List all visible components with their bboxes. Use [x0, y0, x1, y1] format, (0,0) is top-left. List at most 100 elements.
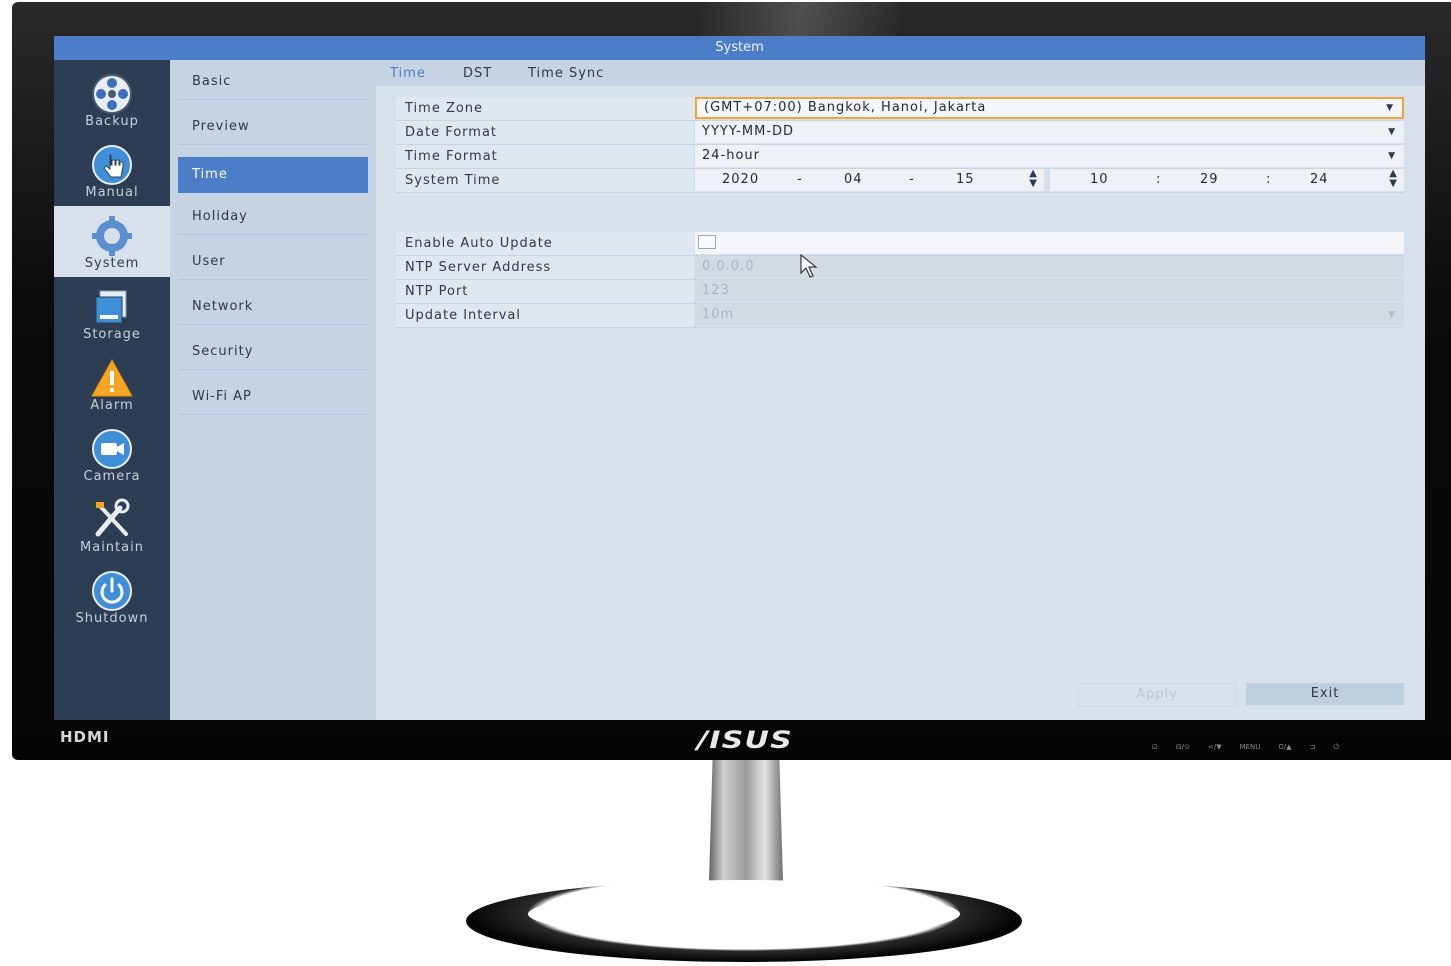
exit-button[interactable]: Exit — [1246, 683, 1404, 705]
tab-time[interactable]: Time — [390, 66, 426, 81]
chevron-down-icon: ▼ — [1388, 310, 1396, 320]
tab-time-sync[interactable]: Time Sync — [528, 66, 604, 81]
date-format-row: Date Format YYYY-MM-DD ▼ — [396, 121, 1404, 145]
menu-item-storage[interactable]: Storage — [54, 277, 170, 348]
asus-logo: /ISUS — [697, 726, 793, 754]
monitor-button[interactable]: ⊟/⊙ — [1176, 743, 1190, 752]
window-title: System — [54, 36, 1425, 60]
auto-update-cell — [695, 232, 1404, 254]
warning-icon — [91, 358, 133, 397]
time-zone-value: (GMT+07:00) Bangkok, Hanoi, Jakarta — [704, 100, 987, 115]
ntp-port-row: NTP Port 123 — [396, 280, 1404, 304]
spinner-arrows-icon[interactable]: ▲ ▼ — [1389, 169, 1398, 189]
hdmi-logo: HDMI — [60, 728, 110, 746]
date-separator: - — [909, 172, 915, 187]
monitor-button[interactable]: O/▲ — [1278, 743, 1291, 752]
mouse-cursor-icon — [800, 254, 818, 278]
time-format-row: Time Format 24-hour ▼ — [396, 145, 1404, 169]
camera-icon — [92, 429, 132, 469]
submenu-item-network[interactable]: Network — [178, 289, 368, 325]
monitor-buttons: ⊡ ⊟/⊙ </▼ MENU O/▲ ⊐ ⏻ — [1152, 743, 1357, 752]
submenu-item-security[interactable]: Security — [178, 334, 368, 370]
system-date-stepper[interactable]: 2020 - 04 - 15 ▲ ▼ — [695, 169, 1044, 191]
submenu-item-wifi-ap[interactable]: Wi-Fi AP — [178, 379, 368, 415]
auto-update-label: Enable Auto Update — [396, 232, 694, 255]
film-reel-icon — [92, 74, 132, 114]
menu-item-label: Storage — [83, 327, 141, 342]
time-zone-row: Time Zone (GMT+07:00) Bangkok, Hanoi, Ja… — [396, 97, 1404, 121]
time-separator: : — [1156, 172, 1162, 187]
menu-item-shutdown[interactable]: Shutdown — [54, 561, 170, 632]
gear-icon — [92, 216, 132, 256]
submenu-item-time[interactable]: Time — [178, 157, 368, 193]
submenu-item-basic[interactable]: Basic — [178, 64, 368, 100]
menu-item-alarm[interactable]: Alarm — [54, 348, 170, 419]
minute-field[interactable]: 29 — [1200, 169, 1219, 191]
submenu-item-holiday[interactable]: Holiday — [178, 199, 368, 235]
system-time-label: System Time — [396, 169, 694, 192]
menu-item-system[interactable]: System — [54, 206, 170, 277]
hard-disk-icon — [95, 290, 127, 324]
power-button-icon[interactable]: ⏻ — [1334, 743, 1340, 752]
submenu-item-user[interactable]: User — [178, 244, 368, 280]
chevron-down-icon: ▼ — [1388, 127, 1396, 137]
auto-update-checkbox[interactable] — [698, 235, 716, 249]
date-separator: - — [797, 172, 803, 187]
main-menu: Backup Manual System Storage Alarm Camer… — [54, 60, 170, 720]
auto-update-row: Enable Auto Update — [396, 232, 1404, 256]
menu-item-label: Manual — [85, 185, 139, 200]
sync-form: Enable Auto Update NTP Server Address 0.… — [396, 232, 1404, 328]
monitor-button[interactable]: ⊐ — [1310, 743, 1316, 752]
ntp-port-input[interactable]: 123 — [695, 280, 1404, 302]
monitor-button[interactable]: MENU — [1240, 743, 1261, 752]
system-time-row: System Time 2020 - 04 - 15 ▲ ▼ 10 : 29 : … — [396, 169, 1404, 193]
date-format-label: Date Format — [396, 121, 694, 144]
date-format-select[interactable]: YYYY-MM-DD ▼ — [695, 121, 1404, 143]
time-settings-panel: Time DST Time Sync Time Zone (GMT+07:00)… — [376, 60, 1425, 720]
system-submenu: Basic Preview Time Holiday User Network … — [170, 60, 376, 720]
spinner-arrows-icon[interactable]: ▲ ▼ — [1029, 169, 1038, 189]
tab-bar: Time DST Time Sync — [376, 60, 1425, 86]
tools-icon — [95, 498, 130, 537]
time-separator: : — [1266, 172, 1272, 187]
time-zone-label: Time Zone — [396, 97, 694, 120]
menu-item-label: System — [84, 256, 140, 271]
submenu-item-preview[interactable]: Preview — [178, 109, 368, 145]
second-field[interactable]: 24 — [1310, 169, 1329, 191]
date-format-value: YYYY-MM-DD — [702, 124, 795, 139]
menu-item-label: Maintain — [80, 540, 144, 555]
menu-item-manual[interactable]: Manual — [54, 135, 170, 206]
hour-field[interactable]: 10 — [1090, 169, 1109, 191]
menu-item-camera[interactable]: Camera — [54, 419, 170, 490]
monitor-button[interactable]: ⊡ — [1152, 743, 1158, 752]
tab-dst[interactable]: DST — [463, 66, 492, 81]
ntp-port-label: NTP Port — [396, 280, 694, 303]
time-format-select[interactable]: 24-hour ▼ — [695, 145, 1404, 167]
time-zone-select[interactable]: (GMT+07:00) Bangkok, Hanoi, Jakarta ▼ — [695, 97, 1404, 119]
monitor-stand-base-hole — [528, 890, 960, 938]
ntp-server-label: NTP Server Address — [396, 256, 694, 279]
screen: System Backup Manual System Storage Alar… — [54, 36, 1425, 720]
menu-item-label: Camera — [83, 469, 141, 484]
year-field[interactable]: 2020 — [722, 169, 759, 191]
time-form: Time Zone (GMT+07:00) Bangkok, Hanoi, Ja… — [396, 97, 1404, 193]
menu-item-label: Alarm — [90, 398, 134, 413]
day-field[interactable]: 15 — [956, 169, 975, 191]
chevron-down-icon: ▼ — [1388, 151, 1396, 161]
time-format-value: 24-hour — [702, 148, 761, 163]
chevron-down-icon: ▼ — [1386, 103, 1394, 113]
update-interval-value: 10m — [702, 307, 735, 322]
hand-click-icon — [92, 145, 132, 185]
monitor-button[interactable]: </▼ — [1208, 743, 1222, 752]
menu-item-label: Backup — [85, 114, 139, 129]
month-field[interactable]: 04 — [844, 169, 863, 191]
system-clock-stepper[interactable]: 10 : 29 : 24 ▲ ▼ — [1050, 169, 1404, 191]
update-interval-label: Update Interval — [396, 304, 694, 327]
menu-item-backup[interactable]: Backup — [54, 64, 170, 135]
menu-item-maintain[interactable]: Maintain — [54, 490, 170, 561]
apply-button[interactable]: Apply — [1078, 683, 1236, 707]
update-interval-row: Update Interval 10m ▼ — [396, 304, 1404, 328]
time-format-label: Time Format — [396, 145, 694, 168]
bezel-reflection — [700, 2, 900, 36]
update-interval-select[interactable]: 10m ▼ — [695, 304, 1404, 326]
